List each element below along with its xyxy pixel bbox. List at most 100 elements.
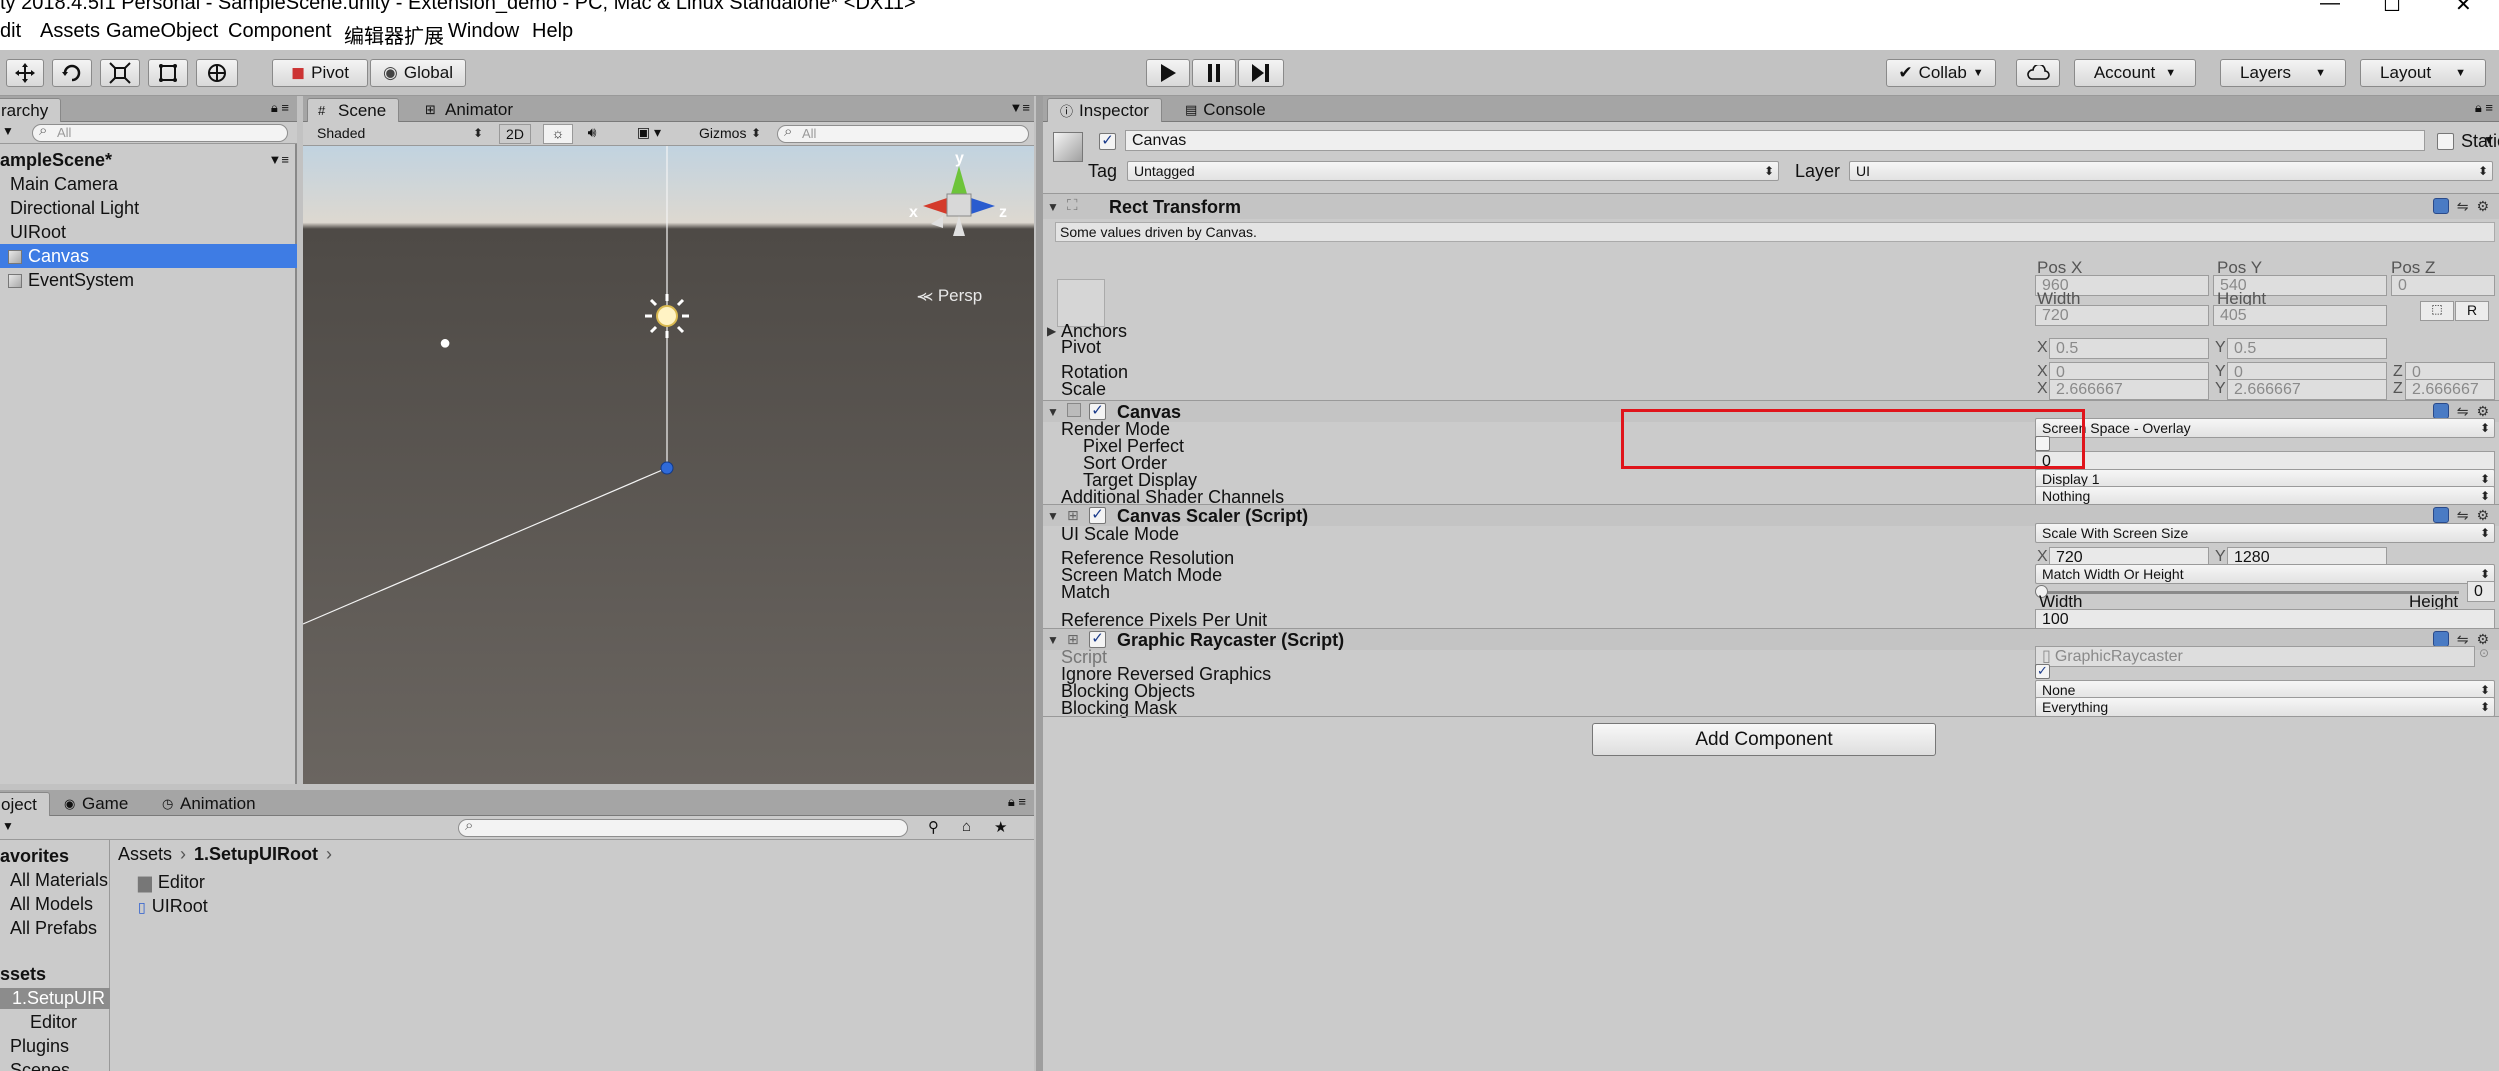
menu-editor-extension[interactable]: 编辑器扩展 <box>344 20 444 49</box>
favorite-star-icon[interactable]: ★ <box>994 818 1007 836</box>
tab-inspector[interactable]: ⓘ Inspector <box>1047 98 1162 122</box>
collapse-icon[interactable]: ▼ <box>1047 633 1059 647</box>
tab-console[interactable]: ▤ Console <box>1173 98 1278 122</box>
anchors-expand-icon[interactable]: ▶ <box>1047 324 1056 338</box>
file-editor[interactable]: ▆ Editor <box>138 872 205 893</box>
scene-view[interactable]: ● y x z ⪻ Persp <box>303 146 1034 784</box>
rect-tool-icon[interactable] <box>148 59 188 87</box>
scene-menu-icon[interactable]: ▼≡ <box>269 148 289 172</box>
lighting-toggle-icon[interactable]: ☼ <box>543 124 573 144</box>
menu-window[interactable]: Window <box>448 20 519 43</box>
hierarchy-item-directional-light[interactable]: Directional Light <box>0 196 297 220</box>
sun-light-icon[interactable] <box>643 292 691 340</box>
collab-dropdown[interactable]: ✔ Collab ▼ <box>1886 59 1996 87</box>
add-component-button[interactable]: Add Component <box>1592 723 1936 756</box>
asset-folder-plugins[interactable]: Plugins <box>10 1036 69 1057</box>
tab-project[interactable]: oject <box>0 792 50 816</box>
asset-folder-editor[interactable]: Editor <box>10 1012 77 1033</box>
hierarchy-search-input[interactable]: All <box>32 123 288 142</box>
scale-tool-icon[interactable] <box>100 59 140 87</box>
account-dropdown[interactable]: Account ▼ <box>2074 59 2196 87</box>
filter-type-icon[interactable]: ⚲ <box>928 818 939 836</box>
close-icon[interactable]: ✕ <box>2455 0 2472 14</box>
layers-dropdown[interactable]: Layers ▼ <box>2220 59 2346 87</box>
rect-transform-header[interactable]: ▼ ⛶ Rect Transform ⇋ ⚙ <box>1043 193 2499 219</box>
help-book-icon[interactable] <box>2432 403 2449 419</box>
create-dropdown[interactable]: ▼ <box>2 124 14 138</box>
settings-gear-icon[interactable]: ⚙ <box>2476 198 2489 215</box>
effects-dropdown-icon[interactable]: ▣ ▾ <box>629 124 669 144</box>
scene-header[interactable]: ampleScene* ▼≡ <box>0 148 297 172</box>
settings-gear-icon[interactable]: ⚙ <box>2476 507 2489 524</box>
tab-animation[interactable]: ◷ Animation <box>156 792 268 816</box>
move-tool-icon[interactable] <box>6 59 44 87</box>
scene-search-input[interactable]: All <box>777 124 1029 143</box>
panel-menu-icon[interactable]: ▼≡ <box>1010 100 1030 115</box>
menu-help[interactable]: Help <box>532 20 573 43</box>
layout-dropdown[interactable]: Layout ▼ <box>2360 59 2486 87</box>
preset-icon[interactable]: ⇋ <box>2457 507 2469 524</box>
help-book-icon[interactable] <box>2432 507 2449 523</box>
maximize-icon[interactable]: ☐ <box>2383 0 2401 14</box>
asset-folder-setupuiroot[interactable]: 1.SetupUIR <box>0 988 110 1009</box>
minimize-icon[interactable]: — <box>2320 0 2340 14</box>
collapse-icon[interactable]: ▼ <box>1047 509 1059 523</box>
transform-tool-icon[interactable] <box>196 59 238 87</box>
tag-dropdown[interactable]: Untagged <box>1127 161 1779 181</box>
ui-scale-mode-dropdown[interactable]: Scale With Screen Size <box>2035 523 2495 543</box>
project-lock-icon[interactable]: 🔒︎ ≡ <box>1008 794 1026 810</box>
audio-toggle-icon[interactable]: 🔊︎ <box>577 124 607 144</box>
file-uiroot[interactable]: ▯ UIRoot <box>138 896 208 917</box>
raw-edit-button[interactable]: R <box>2455 301 2489 321</box>
pixel-perfect-checkbox[interactable] <box>2035 436 2050 451</box>
pixels-per-unit-field[interactable]: 100 <box>2035 609 2495 630</box>
hierarchy-item-uiroot[interactable]: UIRoot <box>0 220 297 244</box>
active-checkbox[interactable]: ✓ <box>1099 133 1116 150</box>
screen-match-mode-dropdown[interactable]: Match Width Or Height <box>2035 564 2495 584</box>
asset-folder-scenes[interactable]: Scenes <box>10 1060 70 1071</box>
favorite-all-materials[interactable]: All Materials <box>10 870 108 891</box>
favorite-all-models[interactable]: All Models <box>10 894 93 915</box>
collapse-icon[interactable]: ▼ <box>1047 200 1059 214</box>
match-slider-track[interactable] <box>2039 591 2459 594</box>
object-name-input[interactable]: Canvas <box>1125 130 2425 151</box>
static-dropdown-arrow[interactable]: ▼ <box>2483 133 2495 147</box>
assets-header[interactable]: ssets <box>0 964 46 985</box>
render-mode-dropdown[interactable]: Screen Space - Overlay <box>2035 418 2495 438</box>
play-button[interactable] <box>1146 59 1190 87</box>
menu-assets[interactable]: Assets <box>40 20 100 43</box>
layer-dropdown[interactable]: UI <box>1849 161 2493 181</box>
blocking-mask-dropdown[interactable]: Everything <box>2035 697 2495 717</box>
orientation-gizmo[interactable]: y x z <box>903 150 1015 254</box>
menu-component[interactable]: Component <box>228 20 331 43</box>
help-book-icon[interactable] <box>2432 631 2449 647</box>
2d-toggle[interactable]: 2D <box>499 124 531 144</box>
gizmos-dropdown[interactable]: Gizmos <box>693 124 765 144</box>
collapse-icon[interactable]: ▼ <box>1047 405 1059 419</box>
tab-hierarchy[interactable]: rarchy <box>0 98 62 122</box>
camera-icon[interactable]: ● <box>439 332 451 355</box>
blueprint-mode-icon[interactable]: ⬚ <box>2420 301 2454 321</box>
pause-button[interactable] <box>1192 59 1236 87</box>
breadcrumb-assets[interactable]: Assets <box>118 844 172 864</box>
menu-gameobject[interactable]: GameObject <box>106 20 218 43</box>
panel-splitter[interactable] <box>1036 96 1043 1071</box>
tab-scene[interactable]: # Scene <box>307 98 400 122</box>
global-toggle[interactable]: ◉ Global <box>370 59 466 87</box>
preset-icon[interactable]: ⇋ <box>2457 198 2469 215</box>
menu-edit[interactable]: dit <box>0 20 21 43</box>
match-value-field[interactable]: 0 <box>2467 581 2495 602</box>
canvas-scaler-enabled-checkbox[interactable]: ✓ <box>1089 507 1106 524</box>
shader-channels-dropdown[interactable]: Nothing <box>2035 486 2495 506</box>
rotate-tool-icon[interactable] <box>52 59 92 87</box>
pivot-toggle[interactable]: ◼ Pivot <box>272 59 368 87</box>
perspective-label[interactable]: ⪻ Persp <box>917 286 982 306</box>
tab-animator[interactable]: ⊞ Animator <box>415 98 525 122</box>
step-button[interactable] <box>1238 59 1284 87</box>
lock-icon[interactable]: 🔒︎ ≡ <box>271 100 289 116</box>
inspector-lock-icon[interactable]: 🔒︎ ≡ <box>2475 100 2493 116</box>
project-create-dropdown[interactable]: ▼ <box>2 819 14 833</box>
favorite-all-prefabs[interactable]: All Prefabs <box>10 918 97 939</box>
tab-game[interactable]: ◉ Game <box>58 792 140 816</box>
ignore-reversed-checkbox[interactable]: ✓ <box>2035 664 2050 679</box>
